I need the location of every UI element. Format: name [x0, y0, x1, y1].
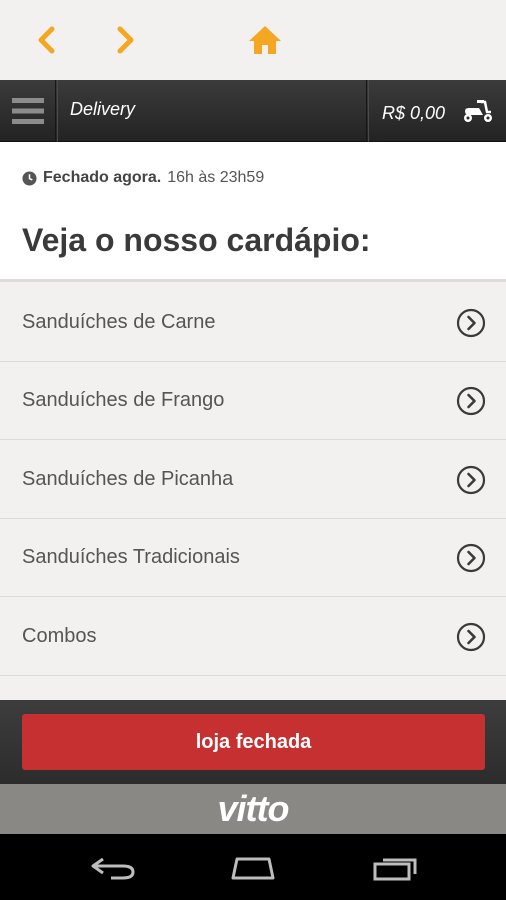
- home-icon: [249, 26, 281, 54]
- cart-button[interactable]: R$ 0,00: [366, 80, 506, 142]
- browser-nav-bar: [0, 0, 506, 80]
- cart-total: R$ 0,00: [382, 103, 446, 123]
- menu-item-combos[interactable]: Combos: [0, 598, 506, 676]
- circle-arrow-right-icon: [456, 465, 486, 495]
- hamburger-menu-icon: [11, 98, 44, 124]
- menu-item-label: Sanduíches de Frango: [22, 389, 225, 411]
- footer-bar: loja fechada: [0, 700, 506, 784]
- menu-item-label: Sanduíches de Carne: [22, 311, 216, 333]
- android-home-icon: [231, 857, 275, 880]
- menu-item-sanduiches-de-carne[interactable]: Sanduíches de Carne: [0, 284, 506, 362]
- store-status: Fechado agora. 16h às 23h59: [22, 169, 264, 187]
- status-closed: Fechado agora.: [43, 169, 162, 186]
- vitto-logo: vitto: [217, 788, 290, 829]
- android-back-button[interactable]: [83, 850, 143, 886]
- circle-arrow-right-icon: [456, 308, 486, 338]
- forward-button[interactable]: [104, 18, 148, 62]
- brand-bar: vitto: [0, 784, 506, 834]
- home-button[interactable]: [243, 18, 287, 62]
- header-title: Delivery: [70, 99, 136, 119]
- menu-list: Sanduíches de Carne Sanduíches de Frango…: [0, 284, 506, 700]
- menu-title: Veja o nosso cardápio:: [22, 222, 371, 258]
- store-info-panel: Fechado agora. 16h às 23h59 Veja o nosso…: [0, 142, 506, 282]
- header-divider: [57, 80, 58, 142]
- circle-arrow-right-icon: [456, 386, 486, 416]
- status-hours: 16h às 23h59: [167, 169, 265, 186]
- android-nav-bar: [0, 834, 506, 900]
- menu-item-sanduiches-tradicionais[interactable]: Sanduíches Tradicionais: [0, 519, 506, 597]
- circle-arrow-right-icon: [456, 622, 486, 652]
- menu-button[interactable]: [0, 80, 56, 142]
- store-closed-button[interactable]: loja fechada: [22, 714, 485, 770]
- scooter-icon: [464, 100, 492, 122]
- chevron-right-icon: [117, 26, 134, 54]
- android-home-button[interactable]: [223, 850, 283, 886]
- android-back-icon: [91, 857, 135, 880]
- clock-icon: [22, 170, 37, 186]
- menu-item-label: Sanduíches de Picanha: [22, 468, 234, 490]
- android-recents-button[interactable]: [366, 850, 426, 886]
- menu-item-label: Combos: [22, 625, 97, 647]
- menu-item-sanduiches-de-frango[interactable]: Sanduíches de Frango: [0, 362, 506, 440]
- menu-item-sanduiches-de-picanha[interactable]: Sanduíches de Picanha: [0, 441, 506, 519]
- android-recents-icon: [373, 858, 417, 881]
- chevron-left-icon: [38, 26, 55, 54]
- app-header: Delivery R$ 0,00: [0, 80, 506, 142]
- menu-item-label: Sanduíches Tradicionais: [22, 546, 240, 568]
- circle-arrow-right-icon: [456, 543, 486, 573]
- back-button[interactable]: [24, 18, 68, 62]
